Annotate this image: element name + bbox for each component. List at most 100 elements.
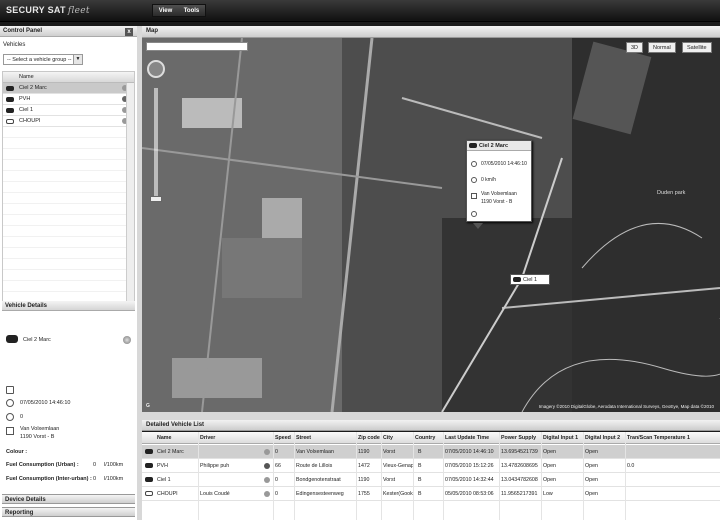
cell-power: 13.4782608695 — [501, 463, 538, 469]
fuel-inter-unit: l/100km — [104, 476, 124, 482]
map-provider-logo: G — [146, 403, 150, 409]
map-view[interactable]: Duden park 3D Normal Satellite Ciel 2 Ma… — [142, 38, 720, 412]
table-row[interactable]: Ciel 1 0 Bondgenotenstraat 1190 Vorst B … — [142, 473, 720, 487]
column-separator — [625, 432, 626, 520]
cell-country: B — [418, 463, 422, 469]
control-panel-title: Control Panel — [3, 28, 43, 34]
satellite-imagery: Duden park — [142, 38, 720, 412]
column-header[interactable]: City — [383, 432, 413, 444]
cell-time: 07/05/2010 14:46:10 — [445, 449, 494, 455]
main-menu: View Tools — [152, 4, 206, 17]
vehicle-name: PVH — [19, 96, 31, 102]
cell-driver — [200, 473, 260, 487]
vehicles-label: Vehicles — [3, 42, 26, 48]
cell-temp — [627, 445, 717, 459]
cell-street: Bondgenotenstraat — [296, 477, 341, 483]
column-header[interactable]: Street — [296, 432, 356, 444]
vehicle-details-address-line1: Van Volxemlaan — [20, 426, 60, 432]
column-header[interactable]: Speed — [275, 432, 295, 444]
column-header[interactable]: Power Supply — [501, 432, 541, 444]
map-header: Map — [142, 26, 720, 38]
detailed-vehicle-table: Name Driver Speed Street Zip code City C… — [142, 432, 720, 520]
vehicle-group-select-value: -- Select a vehicle group -- — [7, 57, 72, 63]
vehicle-list-item[interactable]: Ciel 1 — [3, 105, 134, 116]
detailed-list-header: Detailed Vehicle List — [142, 420, 720, 431]
cell-street: Edingensesteenweg — [296, 491, 344, 497]
vehicle-map-marker[interactable]: Ciel 1 — [510, 274, 550, 285]
status-ball-icon — [123, 336, 131, 344]
map-type-3d-button[interactable]: 3D — [626, 42, 644, 53]
menu-view[interactable]: View — [159, 8, 173, 14]
map-pan-control[interactable] — [147, 60, 165, 78]
vehicle-list-header: Name — [3, 72, 134, 83]
vehicle-group-select[interactable]: -- Select a vehicle group -- ▼ — [3, 54, 83, 65]
table-row[interactable]: CHOUPI Louis Coudé 0 Edingensesteenweg 1… — [142, 487, 720, 501]
vehicle-list-item[interactable]: Ciel 2 Marc — [3, 83, 134, 94]
vehicle-details-speed: 0 — [20, 414, 24, 420]
vehicle-details-title: Vehicle Details — [2, 301, 135, 311]
table-row[interactable]: PVH Philippe puh 66 Route de Lillois 147… — [142, 459, 720, 473]
cell-country: B — [418, 449, 422, 455]
chevron-down-icon[interactable]: ▼ — [73, 55, 82, 64]
map-type-normal-button[interactable]: Normal — [648, 42, 676, 53]
car-icon — [145, 491, 153, 496]
cell-din1: Open — [543, 477, 556, 483]
status-dot-icon — [264, 491, 270, 497]
vehicle-name: Ciel 1 — [19, 107, 34, 113]
cell-power: 11.9565217391 — [501, 491, 538, 497]
column-header[interactable]: Zip code — [358, 432, 382, 444]
menu-tools[interactable]: Tools — [184, 8, 200, 14]
fuel-inter-label: Fuel Consumption (Inter-urban) : — [6, 476, 92, 482]
info-window-datetime: 07/05/2010 14:46:10 — [481, 161, 527, 167]
control-panel-header: Control Panel x — [0, 26, 137, 37]
column-header[interactable]: Digital Input 1 — [543, 432, 583, 444]
fuel-urban-value: 0 — [93, 462, 97, 468]
reporting-header[interactable]: Reporting — [2, 507, 135, 517]
column-header[interactable]: Name — [157, 432, 197, 444]
cell-power: 13.6954521739 — [501, 449, 538, 455]
list-splitter[interactable] — [142, 412, 720, 420]
column-separator — [443, 432, 444, 520]
cell-name: PVH — [157, 463, 168, 469]
home-icon — [471, 193, 477, 199]
info-window-speed: 0 km/h — [481, 177, 497, 183]
column-header[interactable]: Last Update Time — [445, 432, 499, 444]
vehicle-name: CHOUPI — [19, 118, 41, 124]
clock-icon — [6, 399, 14, 407]
close-panel-button[interactable]: x — [125, 28, 133, 36]
cell-driver — [200, 445, 260, 459]
fuel-urban-unit: l/100km — [104, 462, 124, 468]
colour-label: Colour : — [6, 449, 28, 455]
column-header[interactable]: Digital Input 2 — [585, 432, 625, 444]
cell-din1: Open — [543, 449, 556, 455]
cell-power: 13.0434782608 — [501, 477, 538, 483]
cell-temp — [627, 487, 717, 501]
vehicle-list-item[interactable]: CHOUPI — [3, 116, 134, 127]
column-separator — [413, 432, 414, 520]
device-details-header[interactable]: Device Details — [2, 494, 135, 504]
logo-text: SECURY SAT — [6, 5, 66, 15]
speedometer-icon — [471, 177, 477, 183]
map-zoom-handle[interactable] — [150, 196, 162, 202]
cell-city: Vorst — [383, 477, 396, 483]
map-search-input[interactable] — [146, 42, 248, 51]
info-window-address-line2: 1190 Vorst - B — [481, 199, 513, 205]
map-zoom-slider[interactable] — [154, 88, 158, 200]
park-label: Duden park — [657, 190, 686, 196]
info-window-pointer — [473, 223, 483, 229]
vehicle-list-scrollbar[interactable] — [126, 83, 134, 318]
speedometer-icon — [6, 413, 14, 421]
car-icon — [145, 477, 153, 482]
home-icon — [6, 427, 14, 435]
cell-speed: 0 — [275, 449, 278, 455]
vehicle-name: Ciel 2 Marc — [19, 85, 47, 91]
cell-speed: 0 — [275, 477, 278, 483]
cell-country: B — [418, 477, 422, 483]
cell-driver: Louis Coudé — [200, 491, 230, 497]
column-header[interactable]: Country — [415, 432, 443, 444]
map-type-satellite-button[interactable]: Satellite — [682, 42, 712, 53]
table-row[interactable]: Ciel 2 Marc 0 Van Volxemlaan 1190 Vorst … — [142, 445, 720, 459]
column-header[interactable]: Driver — [200, 432, 260, 444]
vehicle-list-item[interactable]: PVH — [3, 94, 134, 105]
column-header[interactable]: Tran/Scan Temperature 1 — [627, 432, 717, 444]
